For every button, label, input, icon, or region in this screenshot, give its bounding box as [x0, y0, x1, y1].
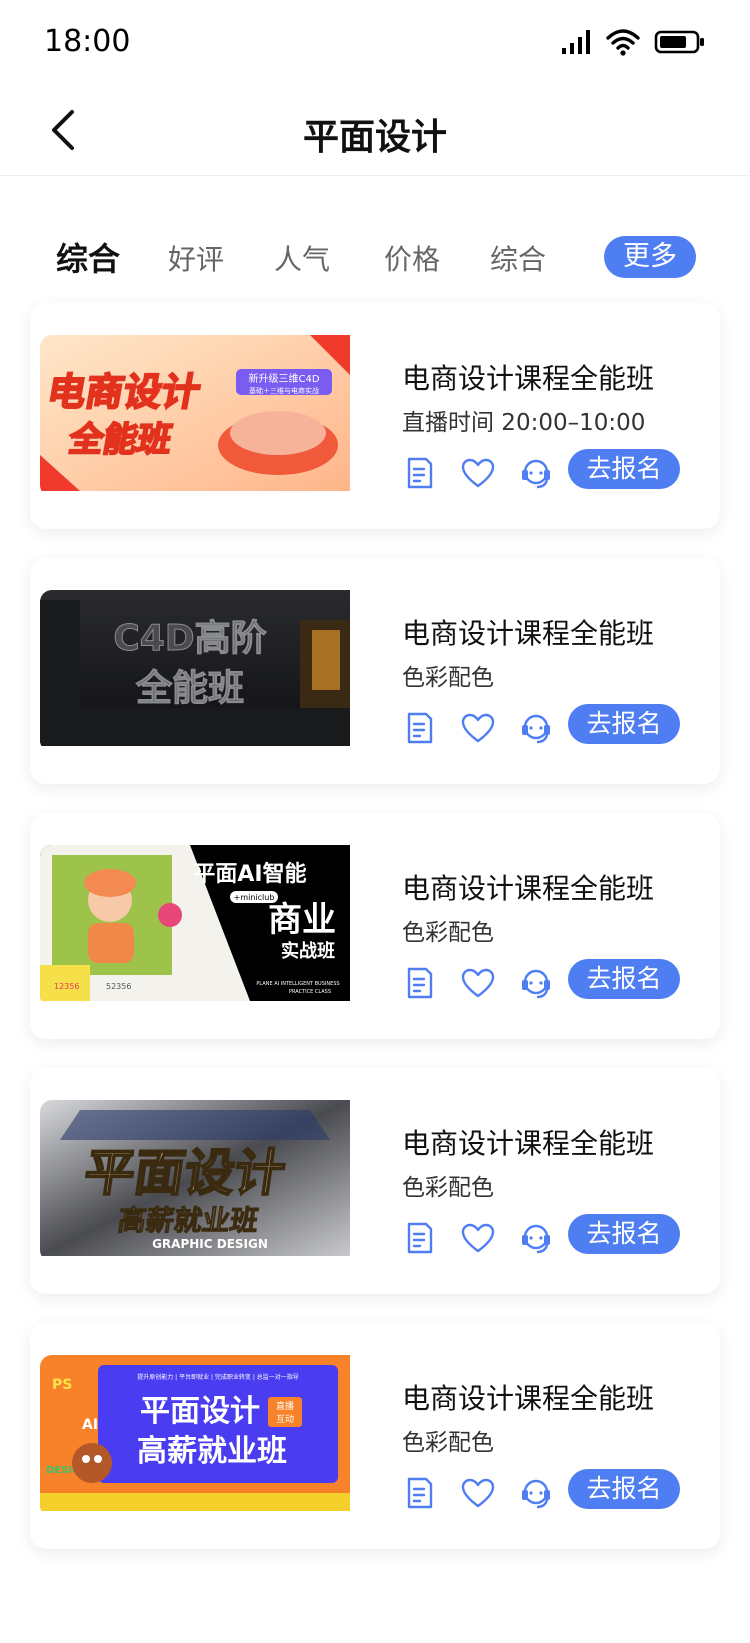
course-actions	[400, 708, 574, 748]
enroll-button[interactable]: 去报名	[568, 1469, 680, 1509]
poster-line2: 商业	[268, 900, 336, 940]
poster-line2: 全能班	[135, 667, 244, 709]
customer-service-icon[interactable]	[516, 1218, 556, 1258]
tab-comprehensive-2[interactable]: 综合	[490, 238, 546, 278]
customer-service-icon[interactable]	[516, 708, 556, 748]
heart-icon[interactable]	[458, 1473, 498, 1513]
heart-icon[interactable]	[458, 963, 498, 1003]
course-card[interactable]: 平面设计 高薪就业班 GRAPHIC DESIGN 电商设计课程全能班 色彩配色…	[30, 1068, 720, 1294]
course-poster: 新升级三维C4D 基础＋三维与电商实战 电商设计 全能班	[40, 335, 364, 497]
poster-line1: 电商设计	[44, 370, 204, 415]
poster-footer2: PRACTICE CLASS	[289, 989, 331, 995]
course-actions	[400, 1473, 574, 1513]
poster-line1: 平面设计	[81, 1143, 289, 1202]
course-poster: 平面设计 高薪就业班 GRAPHIC DESIGN	[40, 1100, 364, 1262]
course-subtitle: 直播时间 20:00–10:00	[402, 410, 646, 436]
heart-icon[interactable]	[458, 1218, 498, 1258]
document-icon[interactable]	[400, 963, 440, 1003]
course-title: 电商设计课程全能班	[402, 872, 655, 905]
poster-line1: C4D高阶	[113, 618, 266, 659]
poster-line2: 全能班	[65, 420, 175, 460]
poster-ai: AI	[82, 1417, 98, 1433]
status-icons	[560, 28, 706, 60]
course-actions	[400, 453, 574, 493]
poster-stars: 52356	[106, 982, 131, 991]
tab-more[interactable]: 更多	[604, 236, 696, 278]
bottom-safe-area	[0, 1590, 750, 1643]
course-poster: C4D高阶 全能班	[40, 590, 364, 752]
poster-line1: 平面设计	[140, 1394, 260, 1429]
enroll-button[interactable]: 去报名	[568, 704, 680, 744]
wifi-icon	[606, 28, 640, 60]
tab-popularity[interactable]: 人气	[274, 238, 330, 278]
nav-bar: 平面设计	[0, 88, 750, 176]
course-title: 电商设计课程全能班	[402, 1127, 655, 1160]
poster-line1: 平面AI智能	[193, 861, 306, 887]
document-icon[interactable]	[400, 453, 440, 493]
enroll-button[interactable]: 去报名	[568, 959, 680, 999]
poster-badge1: 直播	[276, 1400, 294, 1412]
course-card[interactable]: 提升原创能力 | 平台即就业 | 完成职业转变 | 总监一对一指导 平面设计 高…	[30, 1323, 720, 1549]
course-card[interactable]: C4D高阶 全能班 电商设计课程全能班 色彩配色 去报名	[30, 558, 720, 784]
page-title: 平面设计	[302, 117, 447, 158]
course-title: 电商设计课程全能班	[402, 1382, 655, 1415]
status-bar: 18:00	[0, 0, 750, 88]
poster-footer1: PLANE AI INTELLIGENT BUSINESS	[256, 981, 339, 987]
signal-icon	[560, 28, 592, 60]
course-card[interactable]: 新升级三维C4D 基础＋三维与电商实战 电商设计 全能班 电商设计课程全能班 直…	[30, 303, 720, 529]
status-time: 18:00	[44, 24, 131, 59]
battery-icon	[654, 29, 706, 59]
poster-top: 提升原创能力 | 平台即就业 | 完成职业转变 | 总监一对一指导	[137, 1373, 299, 1381]
course-title: 电商设计课程全能班	[402, 362, 655, 395]
poster-line3: 实战班	[281, 940, 335, 962]
tab-price[interactable]: 价格	[384, 238, 440, 278]
poster-ps: PS	[52, 1377, 72, 1393]
document-icon[interactable]	[400, 1218, 440, 1258]
document-icon[interactable]	[400, 708, 440, 748]
course-actions	[400, 1218, 574, 1258]
course-card[interactable]: 12356 52356 平面AI智能 +miniclub 商业 实战班 PLAN…	[30, 813, 720, 1039]
course-subtitle: 色彩配色	[402, 1430, 494, 1456]
poster-tag: 新升级三维C4D	[248, 372, 319, 385]
poster-line2: 高薪就业班	[137, 1434, 287, 1469]
enroll-button[interactable]: 去报名	[568, 1214, 680, 1254]
course-poster: 提升原创能力 | 平台即就业 | 完成职业转变 | 总监一对一指导 平面设计 高…	[40, 1355, 364, 1517]
customer-service-icon[interactable]	[516, 963, 556, 1003]
customer-service-icon[interactable]	[516, 453, 556, 493]
course-actions	[400, 963, 574, 1003]
poster-likes: 12356	[54, 982, 79, 991]
poster-tag2: 基础＋三维与电商实战	[249, 386, 319, 395]
document-icon[interactable]	[400, 1473, 440, 1513]
course-subtitle: 色彩配色	[402, 1175, 494, 1201]
course-subtitle: 色彩配色	[402, 665, 494, 691]
course-subtitle: 色彩配色	[402, 920, 494, 946]
course-poster: 12356 52356 平面AI智能 +miniclub 商业 实战班 PLAN…	[40, 845, 364, 1007]
heart-icon[interactable]	[458, 453, 498, 493]
heart-icon[interactable]	[458, 708, 498, 748]
tab-comprehensive[interactable]: 综合	[56, 234, 120, 280]
poster-badge2: 互动	[276, 1414, 294, 1425]
enroll-button[interactable]: 去报名	[568, 449, 680, 489]
customer-service-icon[interactable]	[516, 1473, 556, 1513]
poster-line2: 高薪就业班	[116, 1204, 261, 1237]
course-title: 电商设计课程全能班	[402, 617, 655, 650]
poster-line3: GRAPHIC DESIGN	[152, 1237, 268, 1251]
filter-tabs: 综合 好评 人气 价格 综合 更多	[0, 228, 750, 288]
tab-rating[interactable]: 好评	[168, 238, 224, 278]
